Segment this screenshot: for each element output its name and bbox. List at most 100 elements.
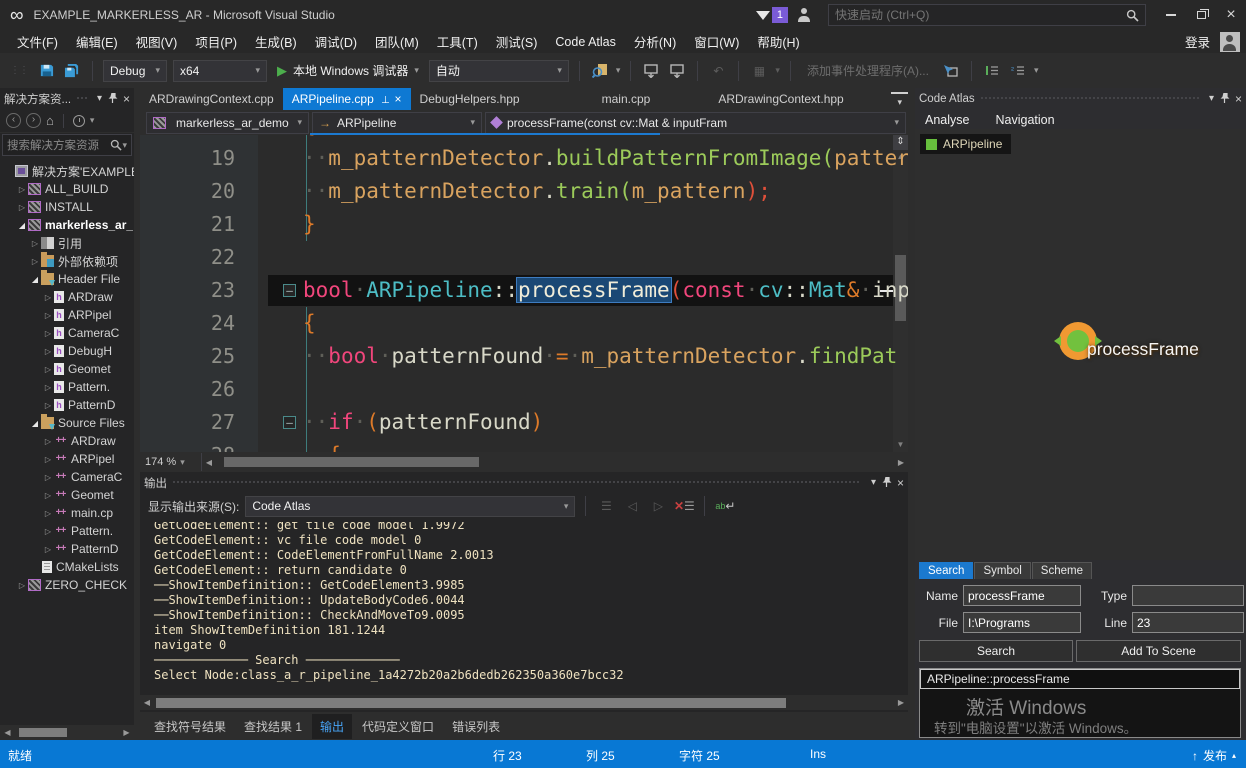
- code-line-22[interactable]: 22: [140, 241, 893, 274]
- window-position-caret-icon[interactable]: ▾: [97, 93, 102, 104]
- atlas-tab-scheme[interactable]: Scheme: [1032, 562, 1092, 579]
- code-atlas-header[interactable]: Code Atlas ▾ ×: [915, 88, 1246, 109]
- configuration-dropdown[interactable]: Debug▾: [103, 60, 167, 82]
- close-panel-icon[interactable]: ×: [123, 92, 130, 106]
- tree-item-cmakelists[interactable]: CMakeLists: [0, 558, 134, 576]
- editor-horizontal-scrollbar[interactable]: [216, 456, 894, 468]
- expanded-expander-icon[interactable]: ◢: [16, 221, 28, 230]
- publish-button[interactable]: ↑ 发布 ▴: [1192, 747, 1236, 764]
- quick-launch-box[interactable]: [828, 4, 1146, 26]
- tree-item-arpipel[interactable]: ▷++ARPipel: [0, 450, 134, 468]
- tree-item-geomet[interactable]: ▷++Geomet: [0, 486, 134, 504]
- tree-item-pattern-[interactable]: ▷hPattern.: [0, 378, 134, 396]
- collapsed-expander-icon[interactable]: ▷: [42, 383, 54, 392]
- toolbar-overflow-caret[interactable]: ▾: [90, 115, 95, 126]
- save-all-icon[interactable]: [62, 61, 82, 81]
- forward-icon[interactable]: ›: [26, 113, 41, 128]
- find-in-files-icon[interactable]: [590, 61, 610, 81]
- collapsed-expander-icon[interactable]: ▷: [16, 185, 28, 194]
- save-icon[interactable]: [36, 61, 56, 81]
- collapsed-expander-icon[interactable]: ▷: [42, 455, 54, 464]
- format-dropdown-caret[interactable]: ▾: [1034, 65, 1039, 76]
- type-dropdown[interactable]: → ARPipeline▾: [312, 112, 482, 134]
- expanded-expander-icon[interactable]: ◢: [29, 419, 41, 428]
- code-atlas-canvas[interactable]: ARPipeline processFrame: [915, 129, 1246, 560]
- name-input[interactable]: [963, 585, 1081, 606]
- line-input[interactable]: [1132, 612, 1244, 633]
- tree-item-arpipel[interactable]: ▷hARPipel: [0, 306, 134, 324]
- tree-item-debugh[interactable]: ▷hDebugH: [0, 342, 134, 360]
- pin-icon[interactable]: [882, 477, 892, 488]
- feedback-icon[interactable]: [798, 8, 814, 22]
- collapsed-expander-icon[interactable]: ▷: [42, 545, 54, 554]
- tree-item-patternd[interactable]: ▷hPatternD: [0, 396, 134, 414]
- notification-badge[interactable]: 1: [772, 7, 788, 23]
- collapsed-expander-icon[interactable]: ▷: [42, 293, 54, 302]
- clear-all-icon[interactable]: ✕☰: [674, 497, 694, 515]
- deploy-dropdown[interactable]: 自动▾: [429, 60, 569, 82]
- tree-item-header-file[interactable]: ◢Header File: [0, 270, 134, 288]
- collapsed-expander-icon[interactable]: ▷: [42, 329, 54, 338]
- scroll-down-icon[interactable]: ▼: [893, 438, 908, 452]
- collapsed-expander-icon[interactable]: ▷: [29, 257, 41, 266]
- notification-flag-icon[interactable]: [756, 11, 770, 20]
- collapsed-expander-icon[interactable]: ▷: [42, 311, 54, 320]
- atlas-tab-search[interactable]: Search: [919, 562, 973, 579]
- collapsed-expander-icon[interactable]: ▷: [42, 347, 54, 356]
- menu-item[interactable]: 编辑(E): [67, 29, 127, 54]
- indent-guides-icon[interactable]: [982, 61, 1002, 81]
- tree-item-zero_check[interactable]: ▷ZERO_CHECK: [0, 576, 134, 594]
- collapsed-expander-icon[interactable]: ▷: [42, 437, 54, 446]
- menu-item[interactable]: 分析(N): [625, 29, 685, 54]
- element-picker-icon[interactable]: [941, 61, 961, 81]
- tree-item-main-cp[interactable]: ▷++main.cp: [0, 504, 134, 522]
- zoom-level-dropdown[interactable]: 174 %▾: [140, 453, 202, 471]
- document-tab[interactable]: ARPipeline.cpp⊣×: [283, 88, 411, 110]
- document-tab[interactable]: ARDrawingContext.hpp: [709, 88, 852, 110]
- scroll-right-icon[interactable]: ▶: [894, 698, 908, 707]
- scroll-right-icon[interactable]: ▶: [119, 728, 134, 737]
- close-tab-icon[interactable]: ×: [395, 92, 402, 106]
- restore-button[interactable]: [1186, 3, 1216, 27]
- fold-collapse-icon[interactable]: –: [283, 416, 296, 429]
- pending-changes-clock-icon[interactable]: [73, 115, 85, 127]
- tree-item-patternd[interactable]: ▷++PatternD: [0, 540, 134, 558]
- build-icon[interactable]: [641, 61, 661, 81]
- word-wrap-icon[interactable]: ab↵: [715, 497, 735, 515]
- code-line-20[interactable]: 20··m_patternDetector.train(m_pattern);: [140, 175, 893, 208]
- code-line-27[interactable]: 27–··if·(patternFound): [140, 406, 893, 439]
- expanded-expander-icon[interactable]: ◢: [29, 275, 41, 284]
- user-avatar[interactable]: [1220, 32, 1240, 52]
- atlas-tab-symbol[interactable]: Symbol: [974, 562, 1030, 579]
- tree-item-all_build[interactable]: ▷ALL_BUILD: [0, 180, 134, 198]
- bottom-tab[interactable]: 查找结果 1: [236, 714, 310, 739]
- close-button[interactable]: ×: [1216, 3, 1246, 27]
- file-input[interactable]: [963, 612, 1081, 633]
- tree-item--[interactable]: ▷外部依赖项: [0, 252, 134, 270]
- code-line-24[interactable]: 24{: [140, 307, 893, 340]
- scroll-left-icon[interactable]: ◀: [202, 458, 216, 467]
- code-line-28[interactable]: 28··{: [140, 439, 893, 452]
- document-tab[interactable]: ARDrawingContext.cpp: [140, 88, 283, 110]
- collapsed-expander-icon[interactable]: ▷: [29, 239, 41, 248]
- code-line-19[interactable]: 19··m_patternDetector.buildPatternFromIm…: [140, 142, 893, 175]
- collapsed-expander-icon[interactable]: ▷: [42, 365, 54, 374]
- tab-overflow-icon[interactable]: ▾: [891, 92, 908, 110]
- minimize-button[interactable]: [1156, 3, 1186, 27]
- sign-in-link[interactable]: 登录: [1185, 32, 1210, 51]
- solution-search-box[interactable]: 搜索解决方案资源 ▾: [2, 134, 132, 156]
- menu-item[interactable]: Code Atlas: [546, 32, 624, 52]
- bottom-tab[interactable]: 错误列表: [444, 714, 508, 739]
- menu-item[interactable]: 工具(T): [428, 29, 487, 54]
- collapsed-expander-icon[interactable]: ▷: [42, 527, 54, 536]
- member-dropdown[interactable]: processFrame(const cv::Mat & inputFram▾: [485, 112, 906, 134]
- home-icon[interactable]: ⌂: [46, 113, 54, 128]
- format-document-icon[interactable]: ²: [1008, 61, 1028, 81]
- pin-icon[interactable]: [1220, 93, 1230, 104]
- tree-item--[interactable]: ▷引用: [0, 234, 134, 252]
- output-horizontal-scrollbar[interactable]: ◀ ▶: [140, 695, 908, 710]
- document-tab[interactable]: main.cpp: [593, 88, 660, 110]
- solution-horizontal-scrollbar[interactable]: ◀ ▶: [0, 725, 134, 740]
- collapsed-expander-icon[interactable]: ▷: [42, 473, 54, 482]
- add-to-scene-button[interactable]: Add To Scene: [1076, 640, 1241, 662]
